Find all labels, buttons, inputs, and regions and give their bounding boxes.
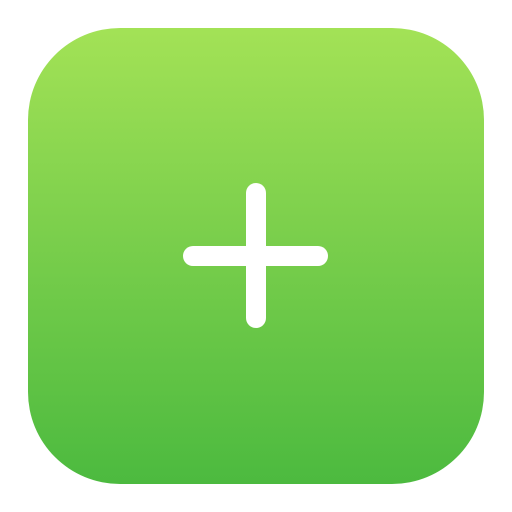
icon-canvas <box>0 0 512 512</box>
plus-icon <box>183 183 328 328</box>
add-app-icon-button[interactable] <box>28 28 484 484</box>
